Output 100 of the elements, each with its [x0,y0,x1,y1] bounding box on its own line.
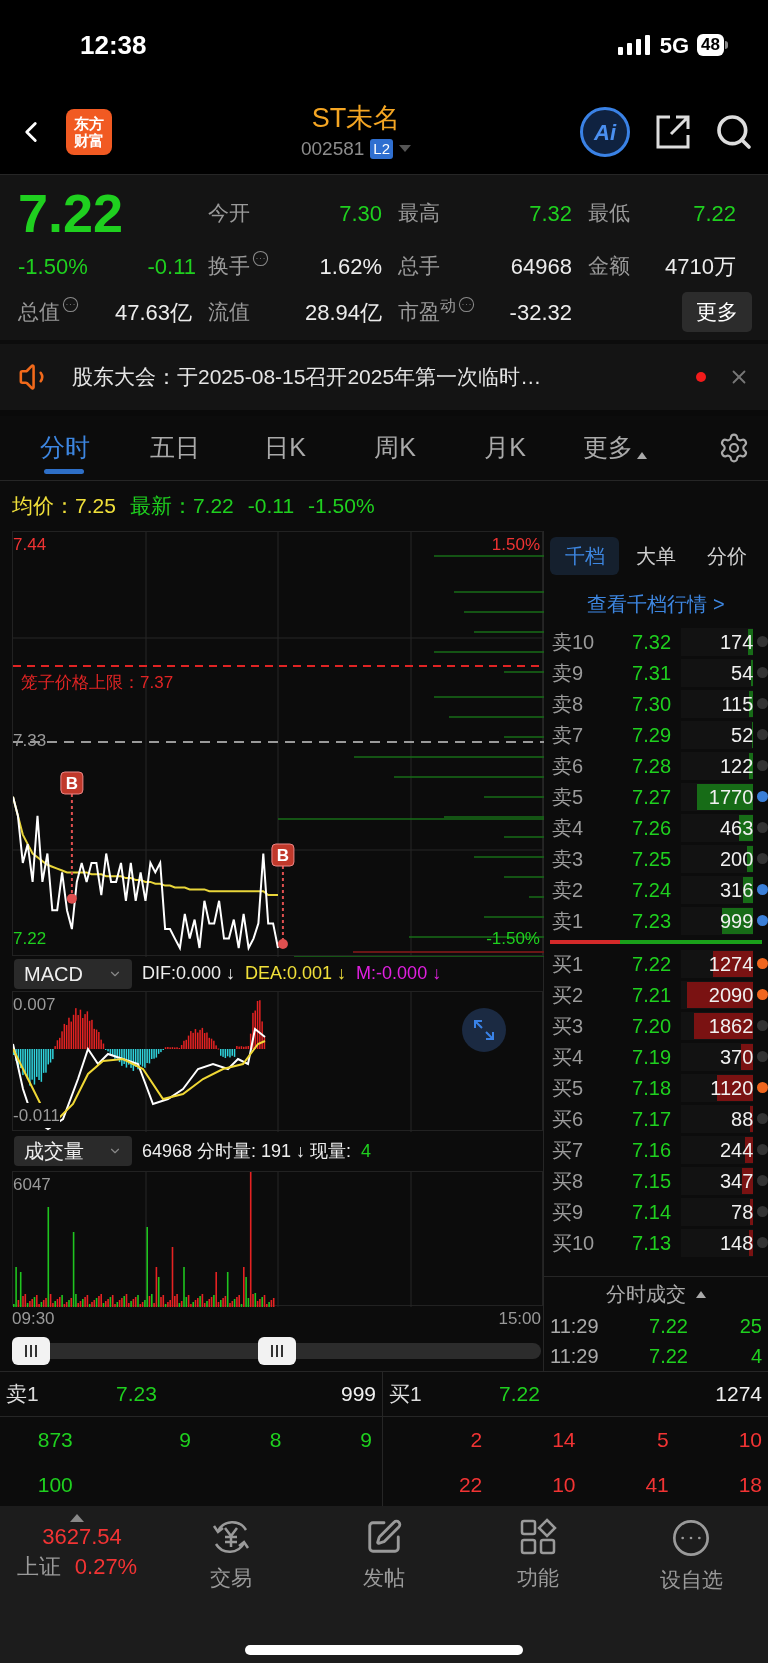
order-book-tab[interactable]: 大单 [621,537,691,575]
stat-label: 换手 [208,253,250,280]
axis-label: -0.011 [13,1102,60,1128]
axis-label: 7.44 [13,534,47,556]
depth-link[interactable]: 查看千档行情 > [587,588,725,619]
level-price: 7.25 [631,846,672,872]
level-volume: 316 [719,877,754,903]
dif-value: DIF:0.000 ↓ [142,962,236,985]
level-volume: 347 [719,1168,754,1194]
current-volume: 4 [361,1139,372,1163]
latest-price: 最新：7.22 [129,493,234,520]
stat-value: 7.32 [529,199,572,228]
level-price: 7.23 [116,1381,157,1408]
more-button[interactable]: 更多 [682,292,752,332]
time-label: 15:00 [498,1308,541,1330]
index-value: 3627.54 [42,1523,122,1551]
index-change: 0.27% [74,1553,138,1581]
level-price: 7.17 [631,1106,672,1132]
axis-label: 7.22 [13,927,47,950]
level-volume: 1274 [708,951,754,977]
chart-tab[interactable]: 月K [450,416,560,480]
level-label: 买1 [552,951,585,977]
level-volume: 1274 [715,1381,762,1408]
level-volume: 122 [719,753,754,779]
level-label: 买8 [552,1168,585,1194]
chart-tab[interactable]: 更多 [560,416,670,480]
level-price: 7.15 [631,1168,672,1194]
order-book-tab[interactable]: 分价 [692,537,762,575]
level-label: 卖8 [552,691,585,717]
level-price: 7.29 [631,722,672,748]
nav-tab[interactable]: 发帖 [307,1506,461,1601]
level-price: 7.24 [631,877,672,903]
level-price: 7.13 [631,1230,672,1256]
level-label: 买6 [552,1106,585,1132]
stat-label: 最高 [398,200,440,227]
queue-order: 14 [551,1426,576,1453]
time-label: 09:30 [12,1308,55,1330]
nav-tab[interactable]: 设自选 [614,1506,768,1601]
queue-order: 22 [457,1471,483,1498]
axis-label: 1.50% [491,534,540,556]
queue-order: 873 [36,1426,74,1453]
level-label: 卖5 [552,784,585,810]
level-price: 7.18 [631,1075,672,1101]
level-label: 买2 [552,982,585,1008]
level-label: 买4 [552,1044,585,1070]
level-volume: 999 [719,908,754,934]
network-label: 5G [659,31,690,60]
chart-tab[interactable]: 日K [230,416,340,480]
level-price: 7.28 [631,753,672,779]
level-label: 卖7 [552,722,585,748]
level-volume: 174 [719,629,754,655]
level-label: 卖3 [552,846,585,872]
level-price: 7.30 [631,691,672,717]
level-badge: L2 [370,139,394,159]
stat-value: -32.32 [509,298,572,327]
stat-value: 4710万 [665,252,736,281]
latest-change-percent: -1.50% [308,493,375,520]
level-label: 买1 [389,1381,423,1408]
chart-tab[interactable]: 分时 [10,416,120,480]
trade-volume: 4 [749,1344,762,1369]
dea-value: DEA:0.001 ↓ [245,962,347,985]
level-volume: 463 [719,815,754,841]
order-book-tab[interactable]: 千档 [550,537,620,575]
level-label: 卖9 [552,660,585,686]
stat-label: 市盈$^{动}$ [398,296,456,326]
level-label: 买5 [552,1075,585,1101]
level-label: 卖2 [552,877,585,903]
level-volume: 78 [731,1199,754,1225]
index-ticker[interactable]: 3627.54 上证 0.27% [0,1506,154,1601]
trades-title: 分时成交 [606,1282,686,1307]
chart-tab[interactable]: 周K [340,416,450,480]
stat-label: 金额 [588,253,630,280]
indicator-dropdown[interactable]: MACD [14,958,132,989]
axis-label: 0.007 [13,994,56,1016]
app-logo: 东方财富 [66,109,112,155]
last-price: 7.22 [18,183,125,243]
stat-value: 47.63亿 [114,298,192,327]
level-label: 买9 [552,1199,585,1225]
chart-tab[interactable]: 五日 [120,416,230,480]
stat-label: 总值 [18,299,60,326]
volume-summary: 64968 分时量: 191 ↓ 现量: [142,1139,352,1163]
axis-label: 6047 [13,1174,51,1196]
indicator-dropdown[interactable]: 成交量 [14,1136,132,1166]
level-price: 7.27 [631,784,672,810]
nav-tab[interactable]: 功能 [461,1506,615,1601]
queue-order: 5 [656,1426,669,1453]
stock-code: 002581 [300,136,365,161]
ai-button[interactable]: Ai [580,107,630,157]
queue-order: 9 [178,1426,191,1453]
level-price: 7.22 [499,1381,540,1408]
level-price: 7.32 [631,629,672,655]
level-volume: 200 [719,846,754,872]
status-time: 12:38 [80,28,147,62]
stat-label: 今开 [208,200,250,227]
stat-value: 28.94亿 [304,298,382,327]
stat-label: 流值 [208,299,250,326]
level-price: 7.31 [631,660,672,686]
nav-tab[interactable]: 交易 [154,1506,308,1601]
change-percent: -1.50% [18,252,88,281]
level-label: 买10 [552,1230,596,1256]
